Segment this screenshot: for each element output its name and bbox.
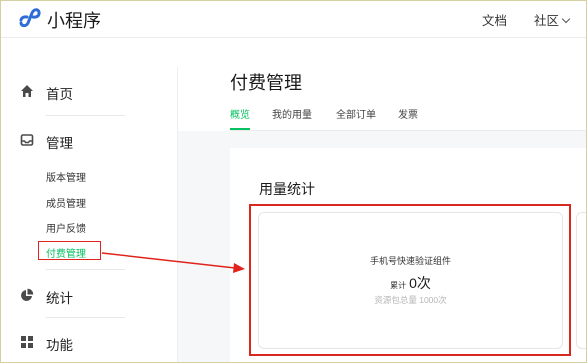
usage-section-title: 用量统计: [259, 181, 315, 197]
docs-link[interactable]: 文档: [482, 10, 507, 29]
annotation-highlight-box: [38, 241, 101, 260]
app-window: 小程序 文档 社区 首页 管理 版本管理 成员管理 用户反馈 付费管理 统计 功…: [0, 0, 587, 363]
mini-program-logo-icon[interactable]: [18, 6, 42, 28]
sidebar-item-member-management[interactable]: 成员管理: [46, 195, 86, 210]
sidebar-separator: [46, 317, 125, 318]
sidebar-item-manage[interactable]: 管理: [46, 132, 73, 152]
inbox-icon: [20, 134, 34, 146]
sidebar-item-version-management[interactable]: 版本管理: [46, 169, 86, 184]
sidebar-item-home[interactable]: 首页: [46, 83, 73, 103]
sidebar-item-user-feedback[interactable]: 用户反馈: [46, 220, 86, 235]
tab-bar: 概览 我的用量 全部订单 发票: [230, 106, 586, 131]
tab-all-orders[interactable]: 全部订单: [336, 106, 376, 121]
tab-my-usage[interactable]: 我的用量: [272, 106, 312, 121]
home-icon: [21, 85, 33, 97]
next-usage-card[interactable]: [576, 212, 586, 349]
community-menu[interactable]: 社区: [534, 10, 571, 29]
sidebar-separator: [46, 269, 125, 270]
active-tab-indicator: [230, 128, 250, 130]
annotation-highlight-box: [249, 204, 571, 356]
app-name: 小程序: [47, 11, 101, 31]
tab-invoice[interactable]: 发票: [398, 106, 418, 121]
chevron-down-icon: [561, 14, 571, 24]
pie-chart-icon: [21, 288, 34, 301]
top-bar: 小程序 文档 社区: [1, 1, 586, 38]
sidebar-item-statistics[interactable]: 统计: [46, 287, 73, 307]
page-title: 付费管理: [230, 73, 302, 93]
grid-icon: [21, 336, 33, 348]
sidebar-separator: [46, 115, 125, 116]
sidebar-item-features[interactable]: 功能: [46, 334, 73, 354]
tab-overview[interactable]: 概览: [230, 106, 250, 121]
community-label: 社区: [534, 14, 560, 28]
